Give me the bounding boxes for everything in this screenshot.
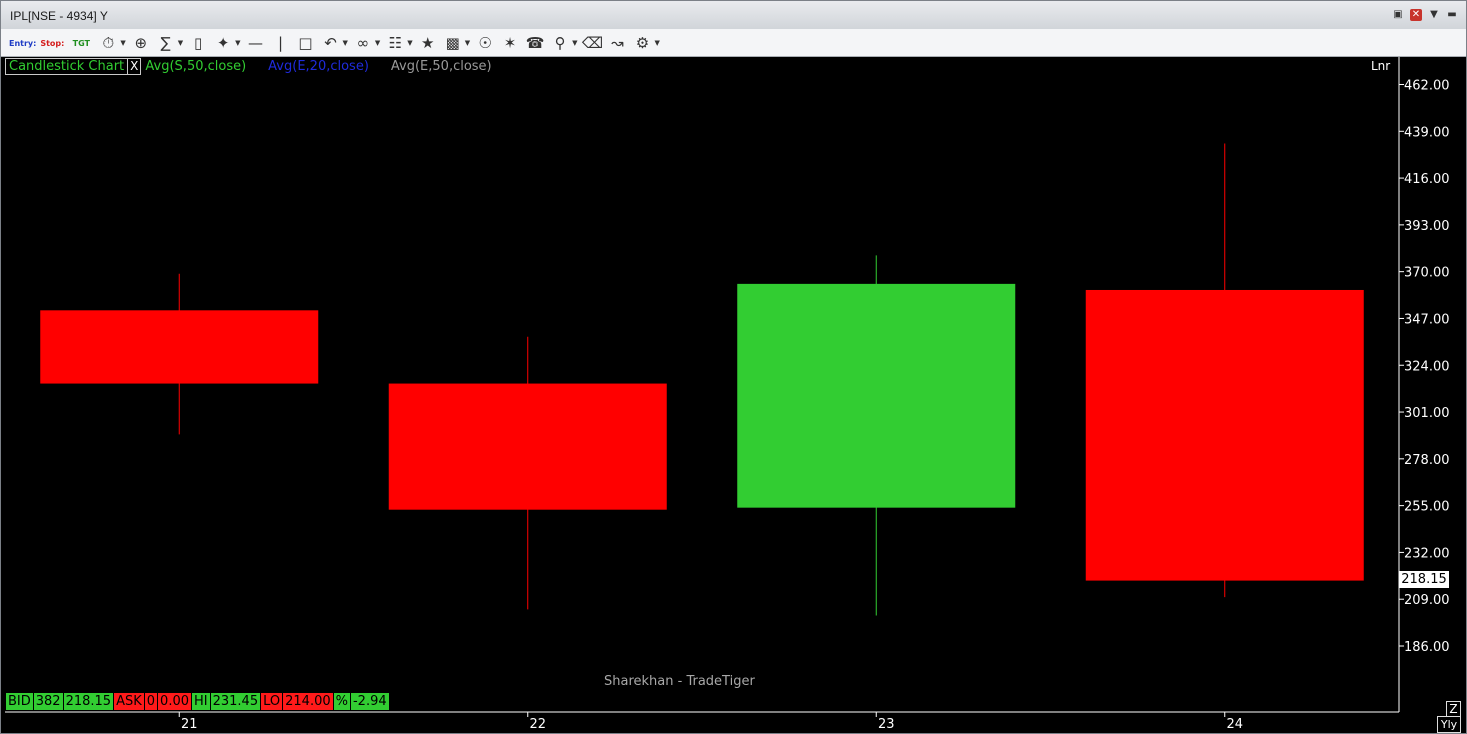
title-bar: IPL[NSE - 4934] Y ▣ ✕ ▼ ▬ [1, 1, 1466, 32]
dropdown-arrow-icon[interactable]: ▼ [572, 39, 577, 47]
draw-tools-icon[interactable]: ✦ [212, 32, 234, 54]
y-tick-label: 462.00 [1404, 79, 1450, 94]
candle-body [737, 283, 1016, 508]
bar-style-icon[interactable]: ∑ [155, 32, 177, 54]
hi-value: 231.45 [210, 693, 261, 710]
dropdown-arrow-icon[interactable]: ▼ [235, 39, 240, 47]
restore-icon[interactable]: ▣ [1392, 9, 1404, 21]
dropdown-arrow-icon[interactable]: ▼ [120, 39, 125, 47]
compare-icon[interactable]: ☉ [474, 32, 496, 54]
ask-qty: 0 [144, 693, 158, 710]
minimize-icon[interactable]: ▬ [1446, 9, 1458, 21]
y-tick-label: 324.00 [1404, 359, 1450, 374]
magic-wand-icon[interactable]: ✶ [499, 32, 521, 54]
close-window-icon[interactable]: ✕ [1410, 9, 1422, 21]
dropdown-arrow-icon[interactable]: ▼ [375, 39, 380, 47]
candlestick-style-icon[interactable]: ▯ [187, 32, 209, 54]
line-chart-icon[interactable]: ↝ [606, 32, 628, 54]
x-tick-label: 21 [181, 717, 198, 732]
select-area-icon[interactable]: □ [295, 32, 317, 54]
link-icon[interactable]: ∞ [352, 32, 374, 54]
delete-icon[interactable]: ⌫ [581, 32, 603, 54]
crosshair-icon[interactable]: ⊕ [130, 32, 152, 54]
settings-gear-icon[interactable]: ⚙ [631, 32, 653, 54]
x-tick-label: 23 [878, 717, 895, 732]
y-tick-label: 416.00 [1404, 172, 1450, 187]
candle-body [388, 383, 667, 510]
x-tick-label: 24 [1226, 717, 1243, 732]
chart-toolbar: Entry: Stop: TGT ⏱ ▼ ⊕ ∑ ▼ ▯ ✦ ▼ — | □ ↶ ▼ ∞… [1, 29, 1466, 57]
chart-legend: Candlestick Chart X Avg(S,50,close) Avg(… [5, 57, 492, 75]
y-tick-label: 278.00 [1404, 453, 1450, 468]
lo-value: 214.00 [283, 693, 333, 710]
y-tick-label: 186.00 [1404, 640, 1450, 655]
candle-body [40, 310, 319, 384]
candle-body [1085, 289, 1364, 581]
y-tick-label: 301.00 [1404, 406, 1450, 421]
book-icon[interactable]: ☷ [384, 32, 406, 54]
y-tick-label: 209.00 [1404, 593, 1450, 608]
y-tick-label: 439.00 [1404, 125, 1450, 140]
lo-label: LO [261, 693, 283, 710]
y-tick-label: 370.00 [1404, 266, 1450, 281]
last-price-tag: 218.15 [1399, 571, 1449, 588]
stopwatch-icon[interactable]: ⏱ [97, 32, 119, 54]
star-icon[interactable]: ★ [417, 32, 439, 54]
yly-button[interactable]: Yly [1437, 716, 1461, 733]
horizontal-line-icon[interactable]: — [245, 32, 267, 54]
undo-icon[interactable]: ↶ [320, 32, 342, 54]
menu-dropdown-icon[interactable]: ▼ [1428, 9, 1440, 21]
y-tick-label: 232.00 [1404, 546, 1450, 561]
chart-window: IPL[NSE - 4934] Y ▣ ✕ ▼ ▬ Entry: Stop: T… [0, 0, 1467, 734]
close-study-button[interactable]: X [128, 57, 142, 75]
dropdown-arrow-icon[interactable]: ▼ [407, 39, 412, 47]
indicator-ema20-label[interactable]: Avg(E,20,close) [268, 59, 369, 74]
bid-price: 218.15 [63, 693, 114, 710]
y-tick-label: 255.00 [1404, 500, 1450, 515]
y-tick-label: 347.00 [1404, 312, 1450, 327]
dropdown-arrow-icon[interactable]: ▼ [343, 39, 348, 47]
candlestick-plot[interactable]: 462.00 439.00 416.00 393.00 370.00 347.00 324.… [5, 57, 1463, 733]
ask-label: ASK [114, 693, 144, 710]
y-tick-label: 393.00 [1404, 219, 1450, 234]
hi-label: HI [192, 693, 210, 710]
bid-label: BID [6, 693, 33, 710]
indicator-icon[interactable]: ▩ [442, 32, 464, 54]
chart-type-label[interactable]: Candlestick Chart [5, 57, 129, 75]
entry-button[interactable]: Entry: [9, 32, 36, 54]
dropdown-arrow-icon[interactable]: ▼ [178, 39, 183, 47]
bid-qty: 382 [33, 693, 63, 710]
x-tick-label: 22 [529, 717, 546, 732]
pct-value: -2.94 [350, 693, 389, 710]
alert-bell-icon[interactable]: ☎ [524, 32, 546, 54]
stop-button[interactable]: Stop: [39, 32, 65, 54]
window-controls: ▣ ✕ ▼ ▬ [1392, 9, 1458, 21]
scale-mode-label[interactable]: Lnr [1371, 59, 1390, 73]
vertical-line-icon[interactable]: | [270, 32, 292, 54]
quote-bar: BID 382 218.15 ASK 0 0.00 HI 231.45 LO 2… [6, 693, 390, 711]
indicator-ema50-label[interactable]: Avg(E,50,close) [391, 59, 492, 74]
zoom-icon[interactable]: ⚲ [549, 32, 571, 54]
watermark: Sharekhan - TradeTiger [604, 674, 755, 689]
chart-area[interactable]: 462.00 439.00 416.00 393.00 370.00 347.00 324.… [5, 57, 1463, 733]
indicator-sma50-label[interactable]: Avg(S,50,close) [145, 59, 246, 74]
target-button[interactable]: TGT [68, 32, 94, 54]
pct-label: % [333, 693, 350, 710]
window-title: IPL[NSE - 4934] Y [10, 9, 108, 23]
dropdown-arrow-icon[interactable]: ▼ [654, 39, 659, 47]
ask-price: 0.00 [158, 693, 191, 710]
dropdown-arrow-icon[interactable]: ▼ [465, 39, 470, 47]
